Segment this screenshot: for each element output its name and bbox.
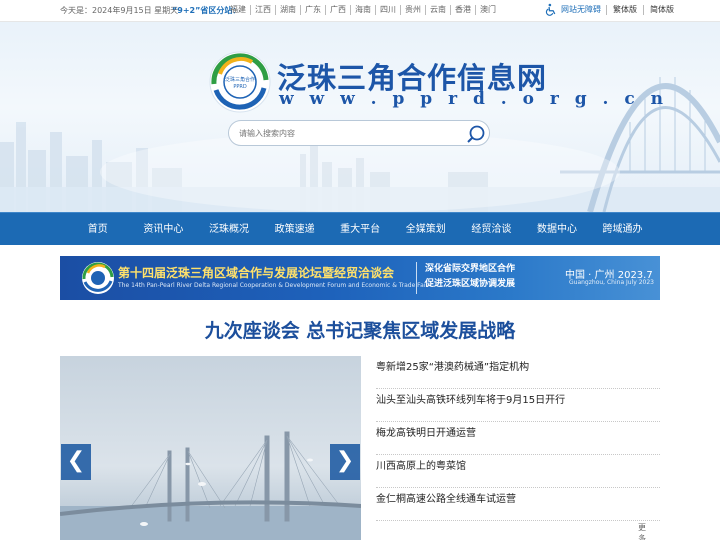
main-navigation: 首页 资讯中心 泛珠概况 政策速递 重大平台 全媒策划 经贸洽谈 数据中心 跨域… [0,212,720,245]
top-headline[interactable]: 九次座谈会 总书记聚焦区域发展战略 [0,316,720,343]
province-link-sichuan[interactable]: 四川 [375,5,400,15]
province-link-guizhou[interactable]: 贵州 [400,5,425,15]
news-more-link[interactable]: 更多... [638,522,660,540]
bridge-photo [60,356,361,540]
forum-title: 第十四届泛珠三角区域合作与发展论坛暨经贸洽谈会 [118,266,395,280]
nav-item-major-platforms[interactable]: 重大平台 [327,213,393,246]
search-icon[interactable] [465,123,487,145]
province-link-guangdong[interactable]: 广东 [300,5,325,15]
province-link-hunan[interactable]: 湖南 [275,5,300,15]
forum-slogan-line2: 促进泛珠区域协调发展 [425,279,516,289]
slider-prev-button[interactable]: ❮ [61,444,91,480]
province-link-guangxi[interactable]: 广西 [325,5,350,15]
nav-item-trade[interactable]: 经贸洽谈 [459,213,525,246]
province-link-jiangxi[interactable]: 江西 [250,5,275,15]
news-item[interactable]: 粤新增25家“港澳药械通”指定机构 [376,356,660,389]
province-link-yunnan[interactable]: 云南 [425,5,450,15]
search-bar [228,120,490,146]
accessibility-label: 网站无障碍 [561,5,601,14]
nav-item-overview[interactable]: 泛珠概况 [196,213,262,246]
nav-item-news-center[interactable]: 资讯中心 [131,213,197,246]
language-switch: 繁体版 简体版 [606,5,680,15]
province-link-hongkong[interactable]: 香港 [450,5,475,15]
svg-text:泛珠三角合作: 泛珠三角合作 [225,76,255,83]
province-sites-list: 福建 江西 湖南 广东 广西 海南 四川 贵州 云南 香港 澳门 [226,5,500,15]
forum-banner[interactable]: 第十四届泛珠三角区域合作与发展论坛暨经贸洽谈会 The 14th Pan-Pea… [60,256,660,300]
news-item[interactable]: 梅龙高铁明日开通运营 [376,422,660,455]
forum-place-date-en: Guangzhou, China July 2023 [569,279,654,286]
svg-text:PPRD: PPRD [233,84,247,90]
wheelchair-icon [545,3,556,16]
header-skyline-illustration [0,77,720,212]
forum-subtitle: The 14th Pan-Pearl River Delta Regional … [118,282,428,289]
nav-item-home[interactable]: 首页 [65,213,131,246]
province-link-fujian[interactable]: 福建 [226,5,250,15]
top-utility-bar: 今天是：2024年9月15日 星期天 “9+2”省区分站： 福建 江西 湖南 广… [0,0,720,22]
pprd-emblem-logo: 泛珠三角合作 PPRD [209,51,271,113]
simplified-chinese-link[interactable]: 简体版 [643,5,680,15]
nav-item-cross-region[interactable]: 跨域通办 [590,213,656,246]
site-header: 泛珠三角合作 PPRD 泛珠三角合作信息网 w w w . p p r d . … [0,22,720,212]
current-date: 今天是：2024年9月15日 星期天 [60,6,179,15]
nav-item-policy[interactable]: 政策速递 [262,213,328,246]
nav-item-media[interactable]: 全媒策划 [393,213,459,246]
news-item[interactable]: 川西高原上的粤菜馆 [376,455,660,488]
nav-item-data-center[interactable]: 数据中心 [524,213,590,246]
news-item[interactable]: 金仁桐高速公路全线通车试运营 [376,488,660,521]
search-input[interactable] [239,126,459,140]
province-link-macau[interactable]: 澳门 [475,5,500,15]
news-list: 粤新增25家“港澳药械通”指定机构 汕头至汕头高铁环线列车将于9月15日开行 梅… [376,356,660,540]
accessibility-link[interactable]: 网站无障碍 [545,3,601,16]
site-url: w w w . p p r d . o r g . c n [279,89,669,109]
slider-next-button[interactable]: ❯ [330,444,360,480]
province-link-hainan[interactable]: 海南 [350,5,375,15]
news-photo-slider[interactable]: ❮ ❯ [60,356,361,540]
forum-slogan-line1: 深化省际交界地区合作 [425,264,516,274]
traditional-chinese-link[interactable]: 繁体版 [606,5,643,15]
news-item[interactable]: 汕头至汕头高铁环线列车将于9月15日开行 [376,389,660,422]
forum-logo-icon [82,262,114,294]
forum-slogan: 深化省际交界地区合作 促进泛珠区域协调发展 [416,262,542,294]
